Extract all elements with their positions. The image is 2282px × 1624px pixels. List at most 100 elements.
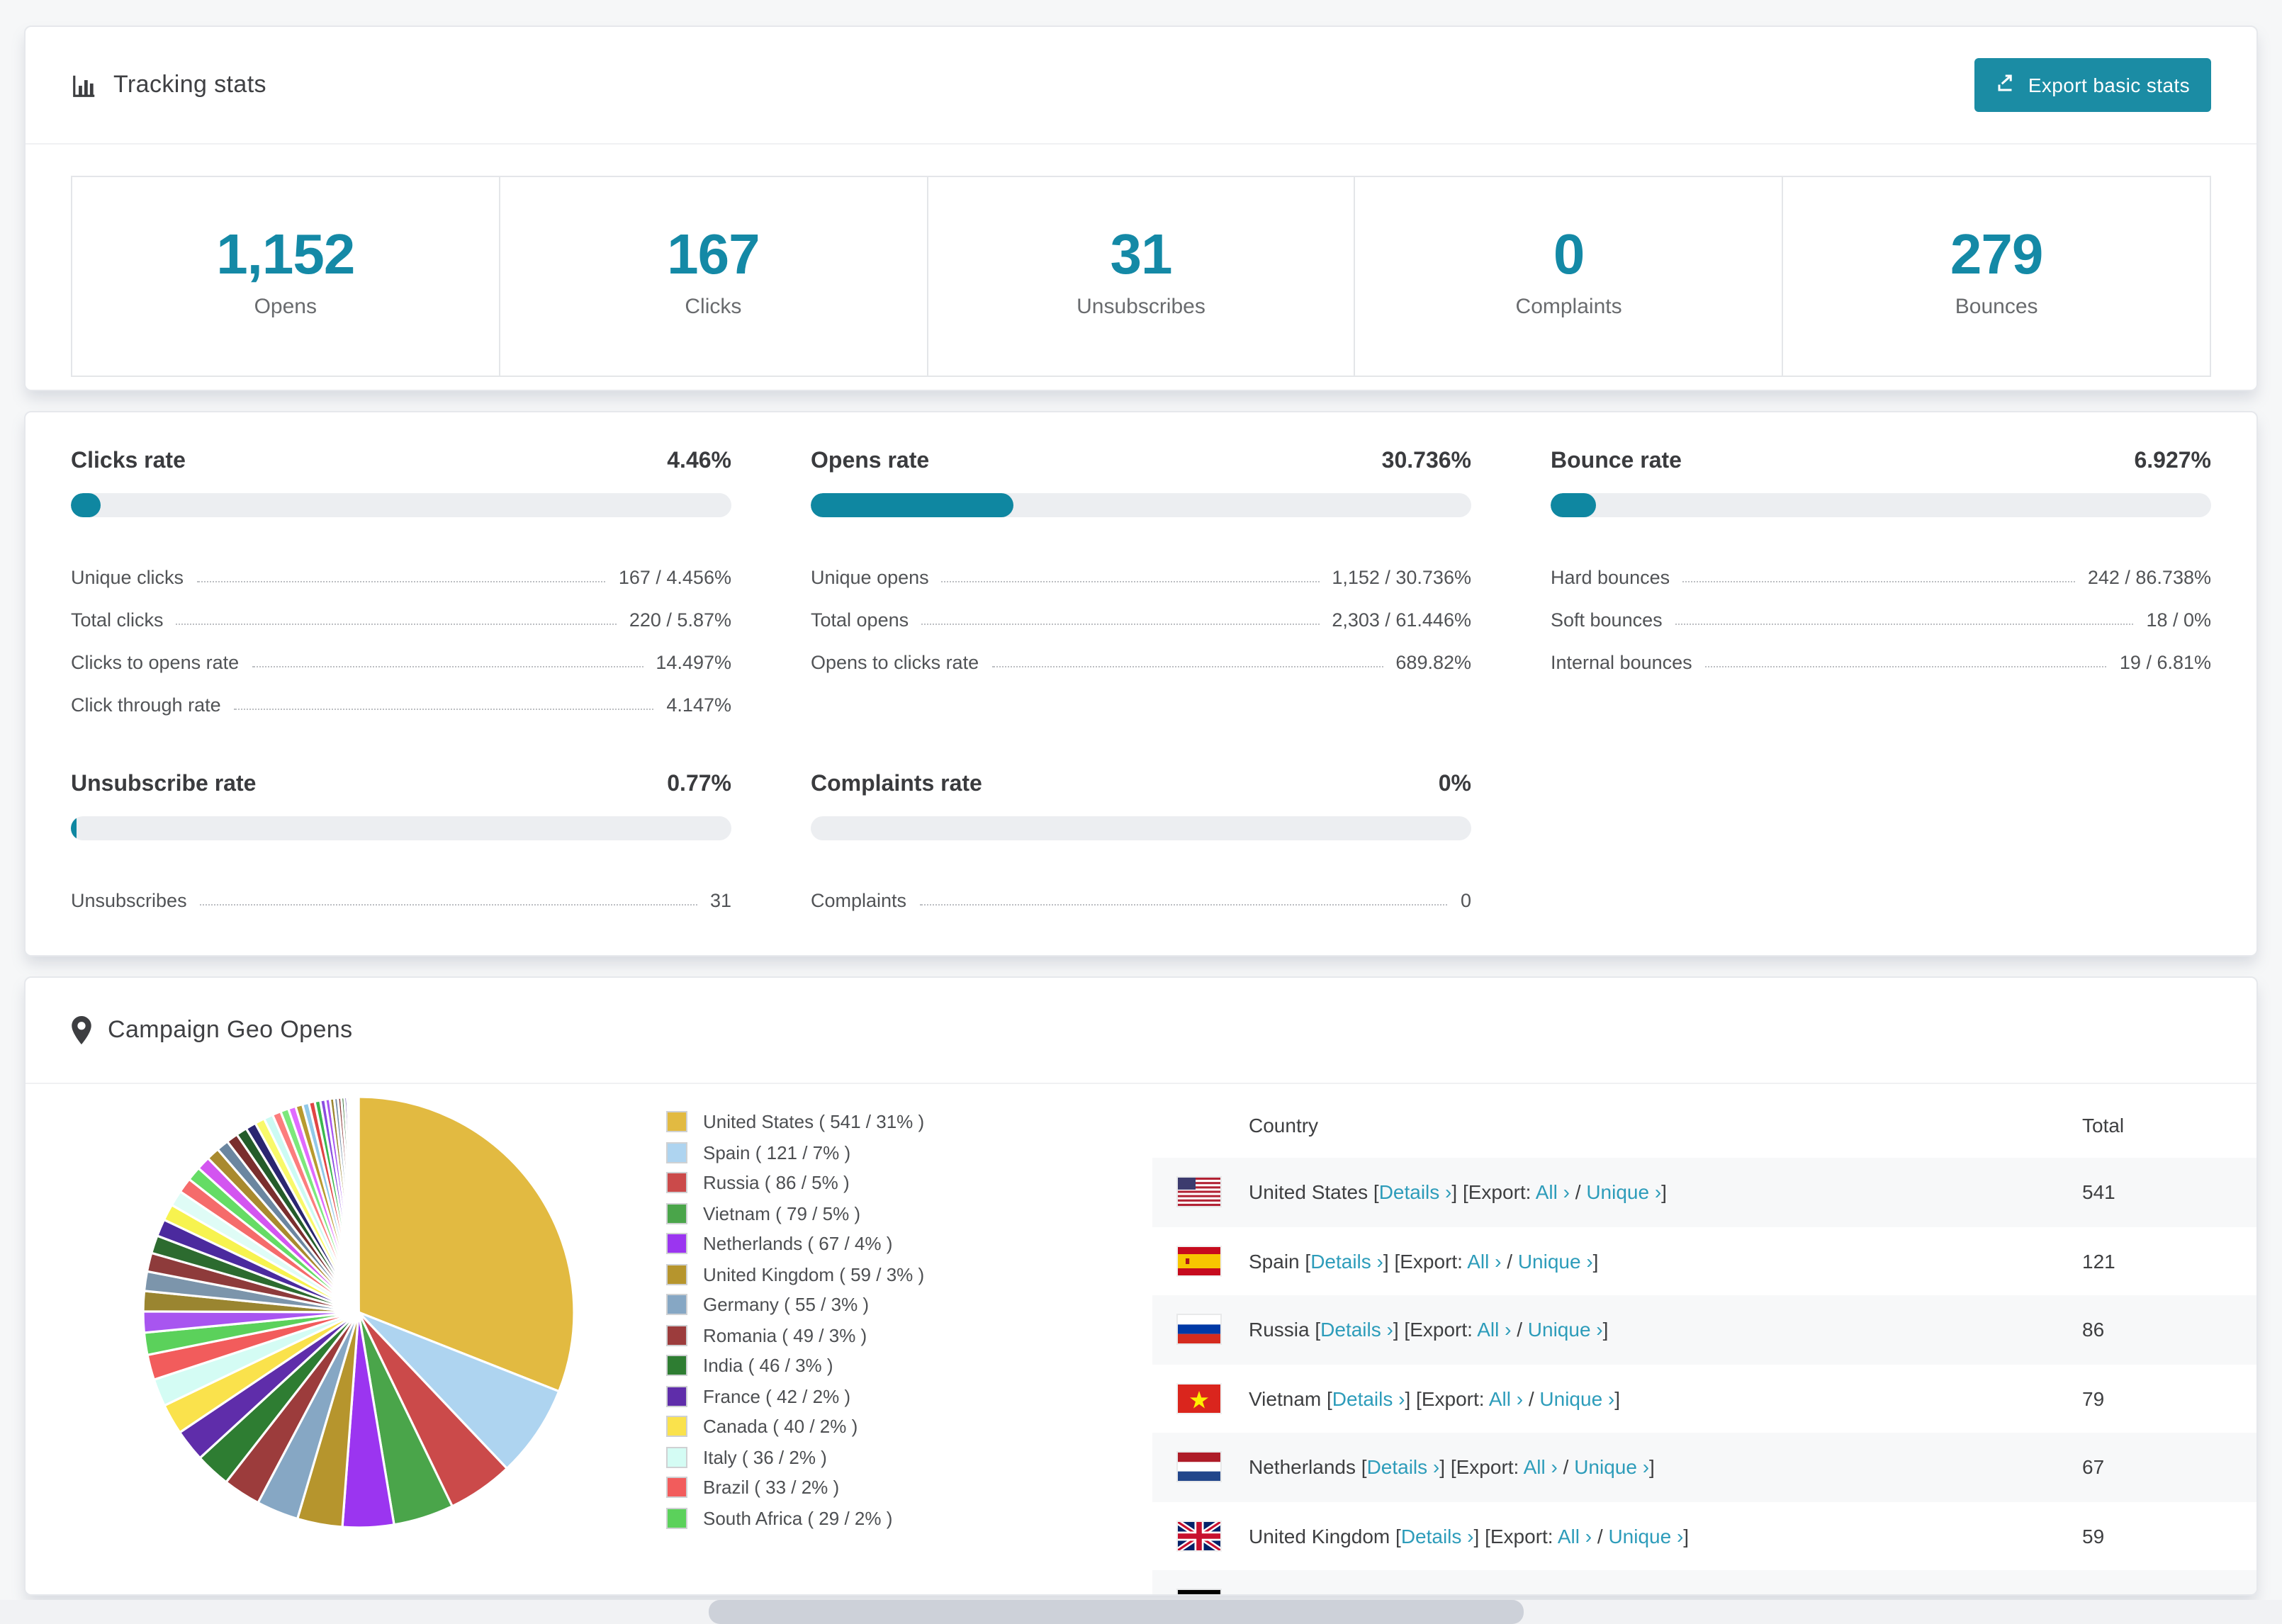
summary-stat-label: Complaints (1515, 295, 1622, 319)
geo-pie-legend: United States ( 541 / 31% ) Spain ( 121 … (666, 1107, 924, 1533)
legend-label: Brazil ( 33 / 2% ) (703, 1477, 840, 1499)
dotted-leader (941, 581, 1320, 582)
export-prefix: Export: (1456, 1455, 1519, 1479)
rate-value: 6.927% (2134, 449, 2211, 473)
legend-label: Romania ( 49 / 3% ) (703, 1324, 867, 1346)
details-link[interactable]: Details › (1310, 1250, 1383, 1273)
details-link[interactable]: Details › (1320, 1319, 1393, 1341)
rate-progress-fill (71, 493, 101, 517)
summary-stat: 279 Bounces (1782, 177, 2210, 376)
legend-label: Italy ( 36 / 2% ) (703, 1446, 827, 1468)
page-title: Tracking stats (113, 71, 266, 98)
legend-label: Vietnam ( 79 / 5% ) (703, 1202, 861, 1224)
flag-ru-icon (1178, 1315, 1220, 1344)
rate-detail-value: 31 (709, 890, 731, 911)
dotted-leader (1682, 581, 2075, 582)
rate-detail-row: Internal bounces 19 / 6.81% (1551, 631, 2211, 673)
export-button-label: Export basic stats (2028, 74, 2190, 96)
export-prefix: Export: (1431, 1594, 1494, 1595)
export-all-link[interactable]: All › (1558, 1525, 1592, 1547)
legend-item: Vietnam ( 79 / 5% ) (666, 1198, 924, 1229)
rate-detail-value: 0 (1460, 890, 1471, 911)
rate-progress-bar (71, 816, 731, 840)
legend-swatch (666, 1477, 687, 1499)
legend-item: United States ( 541 / 31% ) (666, 1107, 924, 1137)
details-link[interactable]: Details › (1379, 1181, 1452, 1204)
summary-stat-value: 0 (1553, 224, 1585, 286)
legend-label: South Africa ( 29 / 2% ) (703, 1507, 893, 1529)
details-link[interactable]: Details › (1367, 1456, 1440, 1479)
rates-card: Clicks rate 4.46% Unique clicks 167 / 4.… (24, 411, 2258, 957)
legend-swatch (666, 1111, 687, 1133)
details-link[interactable]: Details › (1401, 1525, 1474, 1547)
horizontal-scrollbar-thumb[interactable] (709, 1600, 1524, 1624)
legend-item: France ( 42 / 2% ) (666, 1381, 924, 1411)
export-all-link[interactable]: All › (1467, 1250, 1501, 1273)
country-name: Vietnam (1249, 1387, 1322, 1410)
details-link[interactable]: Details › (1342, 1594, 1415, 1595)
rate-panel: Opens rate 30.736% Unique opens 1,152 / … (811, 449, 1471, 716)
rate-detail-row: Unique clicks 167 / 4.456% (71, 546, 731, 588)
legend-item: Italy ( 36 / 2% ) (666, 1442, 924, 1472)
legend-item: South Africa ( 29 / 2% ) (666, 1503, 924, 1533)
export-unique-link[interactable]: Unique › (1586, 1181, 1661, 1204)
summary-stat: 31 Unsubscribes (926, 177, 1354, 376)
geo-header: Campaign Geo Opens (26, 978, 2256, 1084)
rate-detail-label: Opens to clicks rate (811, 652, 979, 673)
rate-detail-row: Total clicks 220 / 5.87% (71, 588, 731, 631)
legend-item: Netherlands ( 67 / 4% ) (666, 1229, 924, 1259)
country-name: United Kingdom (1249, 1524, 1390, 1547)
export-all-link[interactable]: All › (1477, 1319, 1511, 1341)
rate-detail-value: 19 / 6.81% (2119, 652, 2211, 673)
tracking-stats-header: Tracking stats Export basic stats (26, 27, 2256, 145)
summary-stat: 167 Clicks (498, 177, 927, 376)
horizontal-scrollbar-track[interactable] (0, 1600, 2282, 1624)
export-all-link[interactable]: All › (1489, 1387, 1523, 1410)
export-unique-link[interactable]: Unique › (1548, 1594, 1624, 1595)
rate-value: 30.736% (1381, 449, 1471, 473)
geo-row-total: 79 (2082, 1387, 2105, 1410)
export-all-link[interactable]: All › (1524, 1456, 1558, 1479)
country-name: Netherlands (1249, 1455, 1356, 1479)
flag-us-icon (1178, 1178, 1220, 1207)
legend-label: Canada ( 40 / 2% ) (703, 1416, 858, 1438)
details-link[interactable]: Details › (1332, 1387, 1405, 1410)
rate-progress-fill (1551, 493, 1597, 517)
legend-item: United Kingdom ( 59 / 3% ) (666, 1259, 924, 1290)
export-unique-link[interactable]: Unique › (1518, 1250, 1593, 1273)
rate-detail-label: Clicks to opens rate (71, 652, 240, 673)
export-basic-stats-button[interactable]: Export basic stats (1974, 58, 2211, 112)
tracking-stats-card: Tracking stats Export basic stats 1,152 … (24, 26, 2258, 391)
export-prefix: Export: (1490, 1524, 1553, 1547)
rate-detail-row: Hard bounces 242 / 86.738% (1551, 546, 2211, 588)
geo-table-header: Country Total (1152, 1093, 2256, 1158)
rate-detail-value: 4.147% (666, 694, 731, 716)
legend-swatch (666, 1233, 687, 1255)
geo-row-total: 55 (2082, 1594, 2104, 1595)
export-unique-link[interactable]: Unique › (1574, 1456, 1649, 1479)
flag-de-icon (1178, 1590, 1220, 1594)
rate-detail-row: Complaints 0 (811, 869, 1471, 911)
rate-panel: Clicks rate 4.46% Unique clicks 167 / 4.… (71, 449, 731, 716)
flag-es-icon (1178, 1246, 1220, 1275)
summary-stat: 1,152 Opens (72, 177, 499, 376)
dotted-leader (199, 904, 697, 906)
legend-swatch (666, 1507, 687, 1529)
geo-table-row: Netherlands [Details ›] [Export: All › /… (1152, 1433, 2256, 1501)
country-name: Russia (1249, 1318, 1310, 1341)
export-unique-link[interactable]: Unique › (1528, 1319, 1603, 1341)
export-unique-link[interactable]: Unique › (1608, 1525, 1683, 1547)
legend-label: France ( 42 / 2% ) (703, 1385, 851, 1407)
export-all-link[interactable]: All › (1498, 1594, 1532, 1595)
legend-item: India ( 46 / 3% ) (666, 1350, 924, 1381)
map-pin-icon (71, 1016, 92, 1044)
geo-pie-chart[interactable] (139, 1093, 578, 1532)
export-all-link[interactable]: All › (1536, 1181, 1570, 1204)
dotted-leader (196, 581, 606, 582)
export-unique-link[interactable]: Unique › (1539, 1387, 1614, 1410)
flag-nl-icon (1178, 1453, 1220, 1482)
geo-row-total: 541 (2082, 1180, 2115, 1204)
dotted-leader (991, 666, 1383, 667)
legend-label: United States ( 541 / 31% ) (703, 1111, 925, 1133)
legend-swatch (666, 1385, 687, 1407)
